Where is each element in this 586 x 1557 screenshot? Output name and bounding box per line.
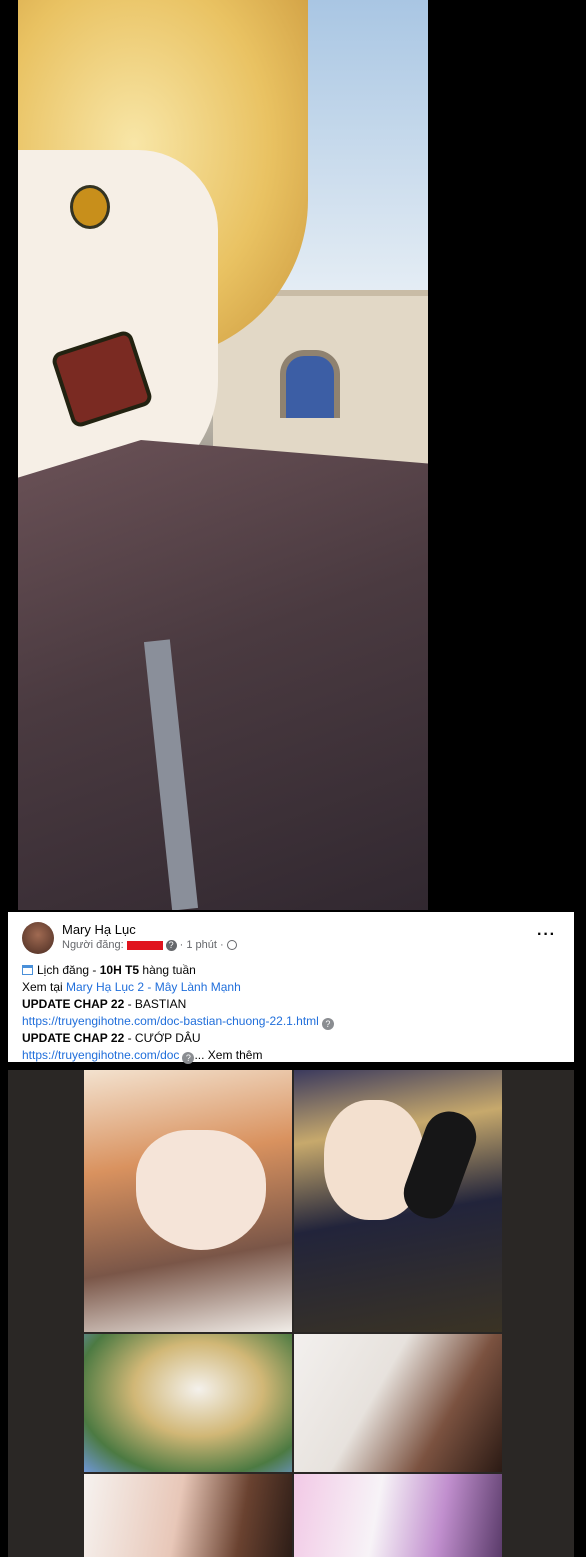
view-line: Xem tại Mary Hạ Lục 2 - Mây Lành Mạnh	[22, 979, 334, 996]
chapter-link[interactable]: https://truyengihotne.com/doc-bastian-ch…	[22, 1014, 319, 1028]
post-meta: Người đăng: ? · 1 phút ·	[62, 939, 237, 951]
update-link-line-1: https://truyengihotne.com/doc-bastian-ch…	[22, 1013, 334, 1030]
ellipsis: ...	[194, 1048, 205, 1062]
character-cloak	[18, 440, 428, 910]
update-line-1: UPDATE CHAP 22 - BASTIAN	[22, 996, 334, 1013]
image-collage	[8, 1070, 574, 1557]
palace-gate	[280, 350, 340, 418]
collage-image-2[interactable]	[294, 1070, 502, 1332]
poster-label: Người đăng:	[62, 939, 124, 951]
update-title: UPDATE CHAP 22	[22, 1031, 125, 1045]
globe-icon	[226, 940, 237, 950]
collage-image-1[interactable]	[84, 1070, 292, 1332]
page-link[interactable]: Mary Hạ Lục 2 - Mây Lành Mạnh	[66, 980, 241, 994]
view-prefix: Xem tại	[22, 980, 67, 994]
question-icon: ?	[321, 1018, 334, 1030]
schedule-time: 10H T5	[99, 963, 140, 977]
redacted-name	[126, 940, 163, 950]
collage-image-3[interactable]	[84, 1334, 292, 1472]
avatar[interactable]	[22, 922, 54, 954]
post-time[interactable]: 1 phút	[186, 939, 217, 951]
update-title: UPDATE CHAP 22	[22, 997, 125, 1011]
meta-separator: ·	[179, 939, 184, 951]
facebook-post: Mary Hạ Lục Người đăng: ? · 1 phút · ···…	[8, 912, 574, 1064]
more-icon[interactable]: ···	[537, 926, 556, 944]
meta-separator: ·	[219, 939, 224, 951]
collage-image-6[interactable]	[294, 1474, 502, 1557]
see-more-link[interactable]: Xem thêm	[204, 1048, 263, 1062]
schedule-line: Lịch đăng - 10H T5 hàng tuần	[22, 962, 334, 979]
character-eye	[70, 185, 110, 229]
update-link-line-2: https://truyengihotne.com/doc?... Xem th…	[22, 1047, 334, 1064]
question-icon: ?	[182, 1052, 195, 1064]
update-line-2: UPDATE CHAP 22 - CƯỚP DÂU	[22, 1030, 334, 1047]
comic-illustration	[18, 0, 428, 910]
post-author[interactable]: Mary Hạ Lục	[62, 922, 136, 937]
schedule-prefix: Lịch đăng -	[37, 963, 100, 977]
collage-image-5[interactable]	[84, 1474, 292, 1557]
chapter-link[interactable]: https://truyengihotne.com/doc	[22, 1048, 179, 1062]
calendar-icon	[22, 965, 33, 975]
schedule-suffix: hàng tuần	[139, 963, 196, 977]
update-series: - CƯỚP DÂU	[124, 1031, 201, 1045]
character-face	[136, 1130, 266, 1250]
update-series: - BASTIAN	[124, 997, 187, 1011]
question-icon[interactable]: ?	[165, 939, 177, 951]
comic-panel	[0, 0, 586, 910]
collage-image-4[interactable]	[294, 1334, 502, 1472]
post-body: Lịch đăng - 10H T5 hàng tuần Xem tại Mar…	[22, 962, 334, 1064]
